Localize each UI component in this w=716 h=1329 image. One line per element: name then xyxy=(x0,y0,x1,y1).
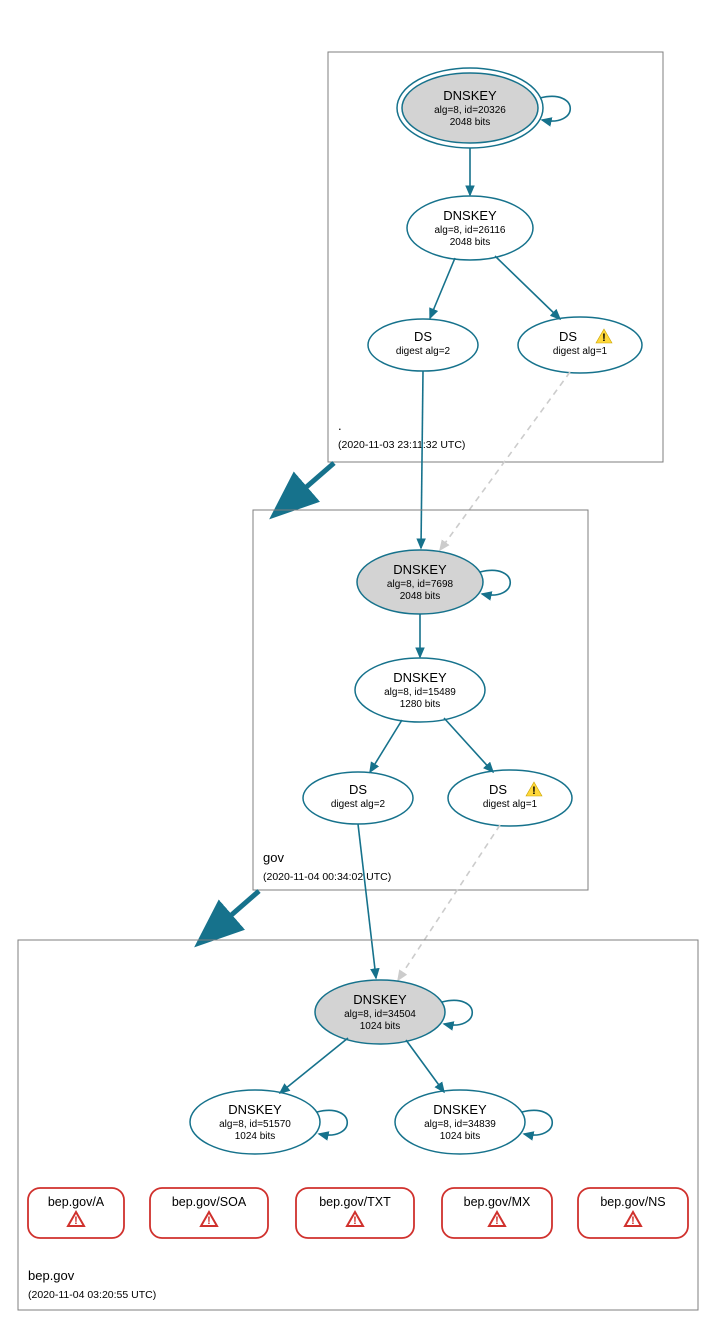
edge-gov-zsk-to-ds1 xyxy=(444,718,493,772)
svg-text:2048 bits: 2048 bits xyxy=(450,237,491,248)
svg-text:2048 bits: 2048 bits xyxy=(450,117,491,128)
edge-zone-gov-to-bep xyxy=(213,891,259,931)
ds-gov-alg1: DS digest alg=1 ! xyxy=(448,770,572,826)
svg-text:1024 bits: 1024 bits xyxy=(360,1021,401,1032)
edge-bep-ksk-to-zsk1 xyxy=(280,1038,348,1093)
svg-text:bep.gov/TXT: bep.gov/TXT xyxy=(319,1195,391,1209)
ds-root-alg2: DS digest alg=2 xyxy=(368,319,478,371)
svg-text:DS: DS xyxy=(559,329,577,344)
dnskey-gov-zsk: DNSKEY alg=8, id=15489 1280 bits xyxy=(355,658,485,722)
svg-text:alg=8, id=51570: alg=8, id=51570 xyxy=(219,1119,291,1130)
svg-text:!: ! xyxy=(495,1215,499,1227)
dnskey-bep-zsk2: DNSKEY alg=8, id=34839 1024 bits xyxy=(395,1090,525,1154)
svg-text:digest alg=1: digest alg=1 xyxy=(483,799,538,810)
svg-text:alg=8, id=34839: alg=8, id=34839 xyxy=(424,1119,496,1130)
edge-gov-zsk-to-ds2 xyxy=(370,720,402,772)
rrset-ns: bep.gov/NS ! xyxy=(578,1188,688,1238)
dnskey-bep-zsk1: DNSKEY alg=8, id=51570 1024 bits xyxy=(190,1090,320,1154)
zone-label-gov: gov xyxy=(263,850,284,865)
edge-selfloop-bep-zsk1 xyxy=(317,1110,347,1135)
zone-ts-bep: (2020-11-04 03:20:55 UTC) xyxy=(28,1289,156,1301)
rrset-txt: bep.gov/TXT ! xyxy=(296,1188,414,1238)
rrset-soa: bep.gov/SOA ! xyxy=(150,1188,268,1238)
svg-text:DNSKEY: DNSKEY xyxy=(353,992,407,1007)
svg-text:2048 bits: 2048 bits xyxy=(400,591,441,602)
svg-text:digest alg=2: digest alg=2 xyxy=(396,346,451,357)
zone-ts-root: (2020-11-03 23:11:32 UTC) xyxy=(338,439,465,451)
svg-text:!: ! xyxy=(207,1215,211,1227)
dnssec-graph: . (2020-11-03 23:11:32 UTC) DNSKEY alg=8… xyxy=(0,0,716,1329)
zone-ts-gov: (2020-11-04 00:34:02 UTC) xyxy=(263,871,391,883)
svg-text:!: ! xyxy=(74,1215,78,1227)
svg-text:DNSKEY: DNSKEY xyxy=(228,1102,282,1117)
edge-selfloop-root-ksk xyxy=(540,96,570,121)
edge-selfloop-bep-ksk xyxy=(442,1000,472,1025)
svg-text:bep.gov/MX: bep.gov/MX xyxy=(464,1195,531,1209)
svg-text:bep.gov/SOA: bep.gov/SOA xyxy=(172,1195,247,1209)
edge-root-ds1-to-gov-ksk xyxy=(440,372,570,550)
edge-selfloop-bep-zsk2 xyxy=(522,1110,552,1135)
svg-text:alg=8, id=7698: alg=8, id=7698 xyxy=(387,579,454,590)
edge-root-zsk-to-ds1 xyxy=(495,256,560,319)
zone-label-root: . xyxy=(338,418,342,433)
ds-root-alg1: DS digest alg=1 ! xyxy=(518,317,642,373)
svg-text:!: ! xyxy=(353,1215,357,1227)
edge-root-zsk-to-ds2 xyxy=(430,258,455,318)
rrset-a: bep.gov/A ! xyxy=(28,1188,124,1238)
svg-text:DNSKEY: DNSKEY xyxy=(393,670,447,685)
svg-text:!: ! xyxy=(631,1215,635,1227)
ds-gov-alg2: DS digest alg=2 xyxy=(303,772,413,824)
svg-text:alg=8, id=15489: alg=8, id=15489 xyxy=(384,687,456,698)
svg-text:alg=8, id=26116: alg=8, id=26116 xyxy=(435,225,506,236)
svg-text:1024 bits: 1024 bits xyxy=(235,1131,276,1142)
edge-selfloop-gov-ksk xyxy=(480,570,510,595)
edge-zone-root-to-gov xyxy=(288,463,334,503)
svg-text:!: ! xyxy=(532,785,536,797)
svg-text:alg=8, id=20326: alg=8, id=20326 xyxy=(434,105,506,116)
svg-text:1280 bits: 1280 bits xyxy=(400,699,441,710)
zone-label-bep: bep.gov xyxy=(28,1268,75,1283)
svg-text:DS: DS xyxy=(489,782,507,797)
edge-gov-ds2-to-bep-ksk xyxy=(358,824,376,978)
svg-text:!: ! xyxy=(602,332,606,344)
edge-bep-ksk-to-zsk2 xyxy=(406,1040,444,1092)
svg-text:bep.gov/A: bep.gov/A xyxy=(48,1195,105,1209)
svg-text:DNSKEY: DNSKEY xyxy=(443,208,497,223)
dnskey-root-zsk: DNSKEY alg=8, id=26116 2048 bits xyxy=(407,196,533,260)
svg-text:digest alg=2: digest alg=2 xyxy=(331,799,386,810)
svg-text:DS: DS xyxy=(349,782,367,797)
svg-text:bep.gov/NS: bep.gov/NS xyxy=(600,1195,665,1209)
svg-text:alg=8, id=34504: alg=8, id=34504 xyxy=(344,1009,416,1020)
svg-text:DNSKEY: DNSKEY xyxy=(433,1102,487,1117)
rrset-mx: bep.gov/MX ! xyxy=(442,1188,552,1238)
svg-text:1024 bits: 1024 bits xyxy=(440,1131,481,1142)
svg-text:digest alg=1: digest alg=1 xyxy=(553,346,608,357)
svg-text:DNSKEY: DNSKEY xyxy=(443,88,497,103)
edge-gov-ds1-to-bep-ksk xyxy=(398,825,500,980)
edge-root-ds2-to-gov-ksk xyxy=(421,371,423,548)
dnskey-root-ksk: DNSKEY alg=8, id=20326 2048 bits xyxy=(397,68,543,148)
dnskey-gov-ksk: DNSKEY alg=8, id=7698 2048 bits xyxy=(357,550,483,614)
svg-text:DNSKEY: DNSKEY xyxy=(393,562,447,577)
dnskey-bep-ksk: DNSKEY alg=8, id=34504 1024 bits xyxy=(315,980,445,1044)
svg-text:DS: DS xyxy=(414,329,432,344)
